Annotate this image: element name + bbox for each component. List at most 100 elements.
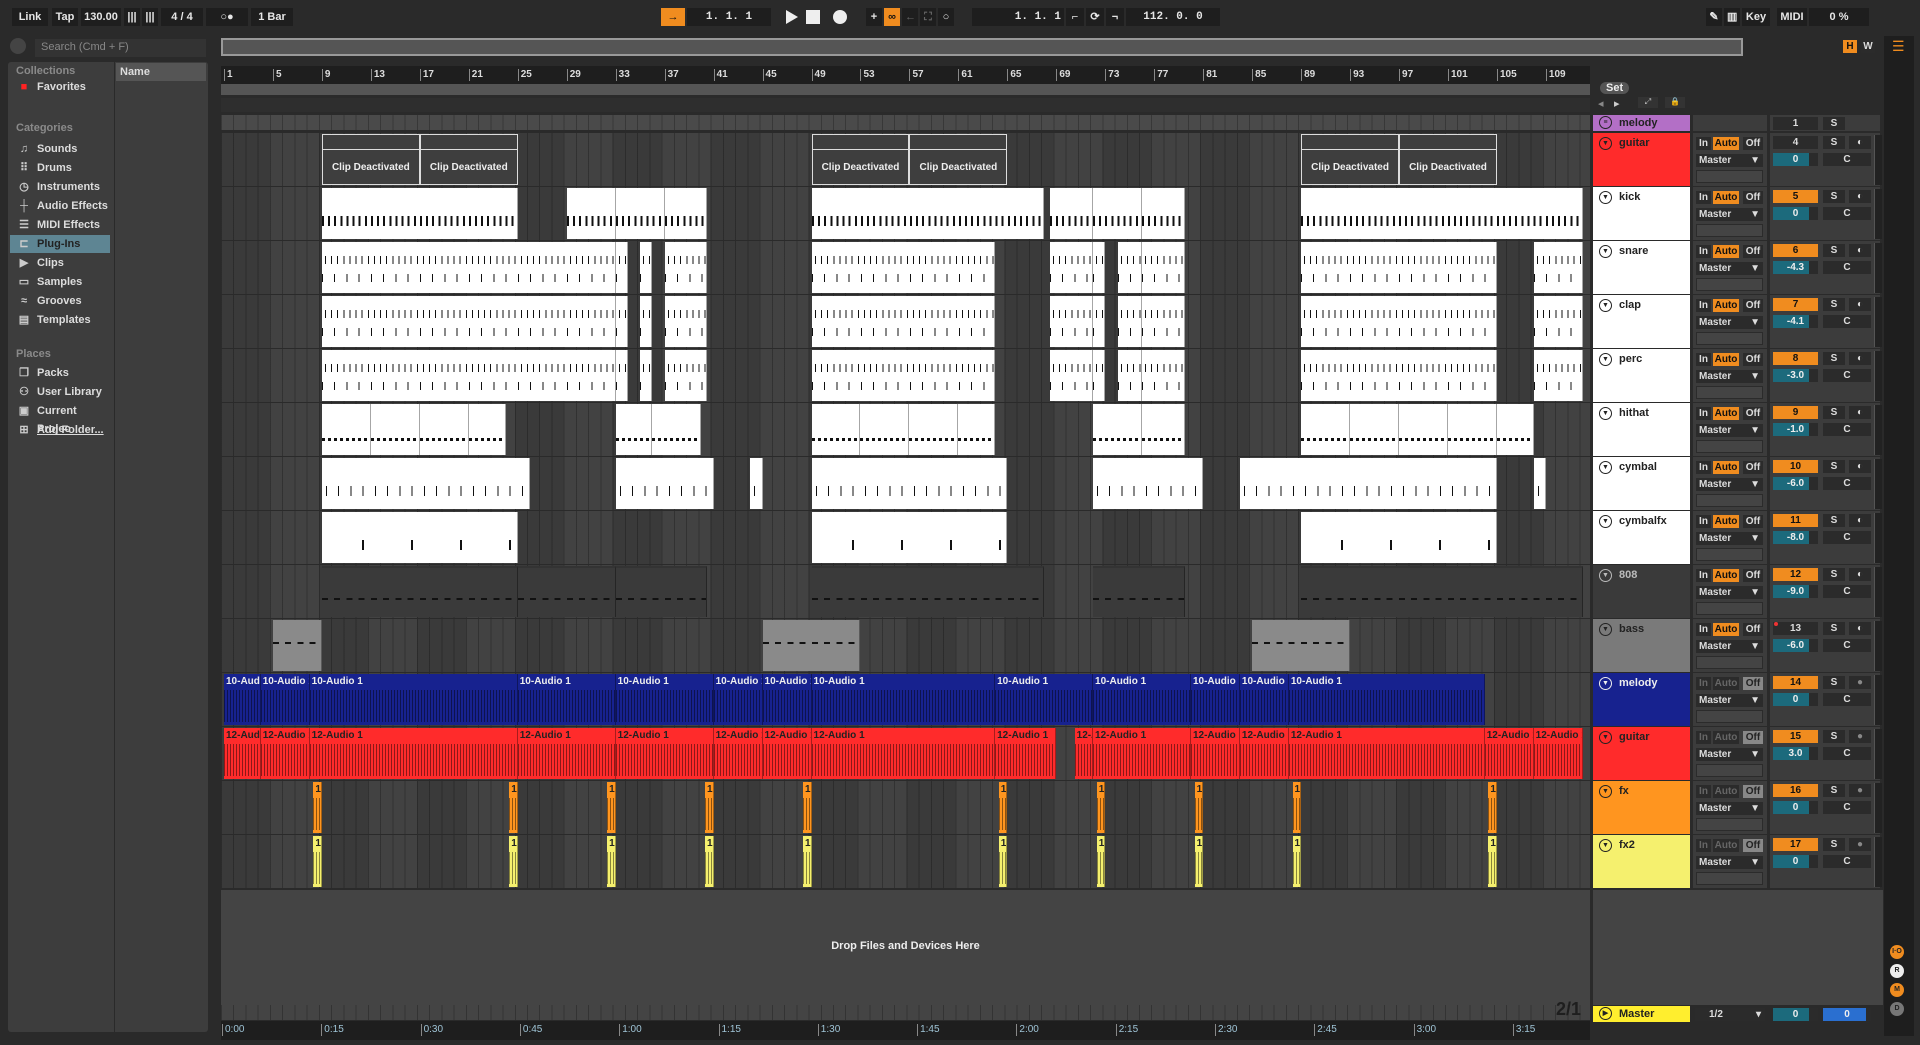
place-user-library[interactable]: ⚇ User Library: [10, 383, 110, 401]
midi-clip[interactable]: [1301, 404, 1351, 455]
monitor-in-button[interactable]: In: [1696, 245, 1711, 258]
fold-icon[interactable]: ▼: [1599, 461, 1612, 474]
deactivated-clip[interactable]: Clip Deactivated: [811, 134, 910, 185]
midi-clip[interactable]: [811, 512, 1008, 563]
monitor-off-button[interactable]: Off: [1743, 785, 1763, 798]
midi-clip[interactable]: [1301, 350, 1497, 401]
solo-button[interactable]: S: [1823, 568, 1845, 581]
sub-routing-select[interactable]: [1696, 764, 1763, 777]
audio-clip[interactable]: 1: [802, 836, 812, 887]
monitor-in-button[interactable]: In: [1696, 515, 1711, 528]
audio-clip[interactable]: 12-Audio 1: [1484, 728, 1534, 779]
set-button[interactable]: Set: [1600, 82, 1630, 94]
track-pan[interactable]: C: [1823, 531, 1871, 544]
track-volume[interactable]: 3.0: [1773, 747, 1818, 760]
metronome-button[interactable]: ○●: [206, 8, 248, 26]
fold-icon[interactable]: ▼: [1599, 299, 1612, 312]
monitor-off-button[interactable]: Off: [1743, 245, 1763, 258]
monitor-in-button[interactable]: In: [1696, 731, 1711, 744]
name-column-header[interactable]: Name: [116, 63, 206, 81]
audio-clip[interactable]: 10-Audio 1: [713, 674, 763, 725]
midi-clip[interactable]: [664, 350, 708, 401]
track-lane-snare[interactable]: [221, 241, 1590, 295]
solo-button[interactable]: S: [1823, 298, 1845, 311]
monitor-off-button[interactable]: Off: [1743, 461, 1763, 474]
track-header-fx[interactable]: ▼ fx: [1593, 781, 1690, 834]
place-add-folder-[interactable]: ⊞ Add Folder...: [10, 421, 110, 439]
track-header-guitar[interactable]: ▼ guitar: [1593, 133, 1690, 186]
fold-icon[interactable]: ▼: [1599, 623, 1612, 636]
group-track-header[interactable]: ≡ melody: [1593, 115, 1690, 131]
solo-button[interactable]: S: [1823, 406, 1845, 419]
track-lane-fx2[interactable]: 1 1 1 1 1 1 1 1 1 1: [221, 835, 1590, 889]
monitor-knob-icon[interactable]: ◐: [1849, 622, 1871, 635]
audio-clip[interactable]: 12-Audio 1: [811, 728, 996, 779]
monitor-auto-button[interactable]: Auto: [1713, 785, 1739, 798]
monitor-auto-button[interactable]: Auto: [1713, 245, 1739, 258]
overdub-button[interactable]: +: [866, 8, 882, 26]
solo-button[interactable]: S: [1823, 622, 1845, 635]
monitor-knob-icon[interactable]: ◐: [1849, 406, 1871, 419]
bar-ruler[interactable]: 1 5 9 13 17 21 25 29 33 37 41 45 49 53 57 61 65 69 73 77 81 8…: [221, 66, 1590, 84]
solo-button[interactable]: S: [1823, 352, 1845, 365]
punch-in-button[interactable]: ⌐: [1066, 8, 1084, 26]
track-header-hithat[interactable]: ▼ hithat: [1593, 403, 1690, 456]
track-lane-fx[interactable]: 1 1 1 1 1 1 1 1 1 1: [221, 781, 1590, 835]
fold-icon[interactable]: ▼: [1599, 407, 1612, 420]
monitor-in-button[interactable]: In: [1696, 839, 1711, 852]
monitor-auto-button[interactable]: Auto: [1713, 731, 1739, 744]
deactivated-clip[interactable]: Clip Deactivated: [321, 134, 420, 185]
monitor-off-button[interactable]: Off: [1743, 407, 1763, 420]
audio-clip[interactable]: 12-Audio 1: [260, 728, 310, 779]
audio-clip[interactable]: 1: [313, 836, 322, 887]
sub-routing-select[interactable]: [1696, 224, 1763, 237]
output-routing-select[interactable]: Master ▼: [1696, 262, 1763, 275]
track-volume[interactable]: 0: [1773, 153, 1818, 166]
midi-clip[interactable]: [1093, 242, 1106, 293]
monitor-auto-button[interactable]: Auto: [1713, 677, 1739, 690]
track-volume[interactable]: 0: [1773, 801, 1818, 814]
track-lane-hithat[interactable]: [221, 403, 1590, 457]
draw-mode-button[interactable]: ✎: [1706, 8, 1722, 26]
monitor-auto-button[interactable]: Auto: [1713, 623, 1739, 636]
menu-icon[interactable]: ☰: [1892, 38, 1905, 55]
audio-clip[interactable]: 1: [1096, 782, 1106, 833]
track-pan[interactable]: C: [1823, 639, 1871, 652]
midi-clip[interactable]: [321, 350, 616, 401]
deactivated-clip[interactable]: Clip Deactivated: [1301, 134, 1400, 185]
midi-clip[interactable]: [419, 404, 469, 455]
midi-clip[interactable]: [1301, 512, 1497, 563]
loop-start-field[interactable]: 1. 1. 1: [972, 8, 1064, 26]
track-lane-clap[interactable]: [221, 295, 1590, 349]
fold-icon[interactable]: ▼: [1599, 785, 1612, 798]
solo-button[interactable]: S: [1823, 136, 1845, 149]
midi-clip[interactable]: [1533, 296, 1583, 347]
midi-clip[interactable]: [370, 404, 420, 455]
midi-clip[interactable]: [1142, 404, 1185, 455]
audio-clip[interactable]: 12-Audio 1: [1288, 728, 1485, 779]
track-lane-guitar[interactable]: 12-Audio 112-Audio 112-Audio 112-Audio 1…: [221, 727, 1590, 781]
midi-clip[interactable]: [468, 404, 506, 455]
category-drums[interactable]: ⠿ Drums: [10, 159, 110, 177]
track-volume[interactable]: -3.0: [1773, 369, 1818, 382]
midi-clip[interactable]: [640, 242, 653, 293]
monitor-in-button[interactable]: In: [1696, 407, 1711, 420]
solo-button[interactable]: S: [1823, 190, 1845, 203]
output-routing-select[interactable]: Master ▼: [1696, 478, 1763, 491]
track-volume[interactable]: 0: [1773, 693, 1818, 706]
midi-clip[interactable]: [1117, 350, 1142, 401]
back-to-arrangement-button[interactable]: ←: [902, 8, 918, 26]
track-header-cymbal[interactable]: ▼ cymbal: [1593, 457, 1690, 510]
fold-icon[interactable]: ▼: [1599, 731, 1612, 744]
audio-clip[interactable]: 12-Audio 1: [224, 728, 261, 779]
next-locator-icon[interactable]: ▸: [1614, 97, 1620, 110]
sub-routing-select[interactable]: [1696, 710, 1763, 723]
monitor-off-button[interactable]: Off: [1743, 515, 1763, 528]
audio-clip[interactable]: 12-Audio 1: [1239, 728, 1289, 779]
midi-clip[interactable]: [272, 620, 322, 671]
output-routing-select[interactable]: Master ▼: [1696, 586, 1763, 599]
audio-clip[interactable]: 1: [705, 782, 714, 833]
audio-clip[interactable]: 1: [1292, 836, 1302, 887]
track-volume[interactable]: -1.0: [1773, 423, 1818, 436]
midi-clip[interactable]: [652, 404, 702, 455]
